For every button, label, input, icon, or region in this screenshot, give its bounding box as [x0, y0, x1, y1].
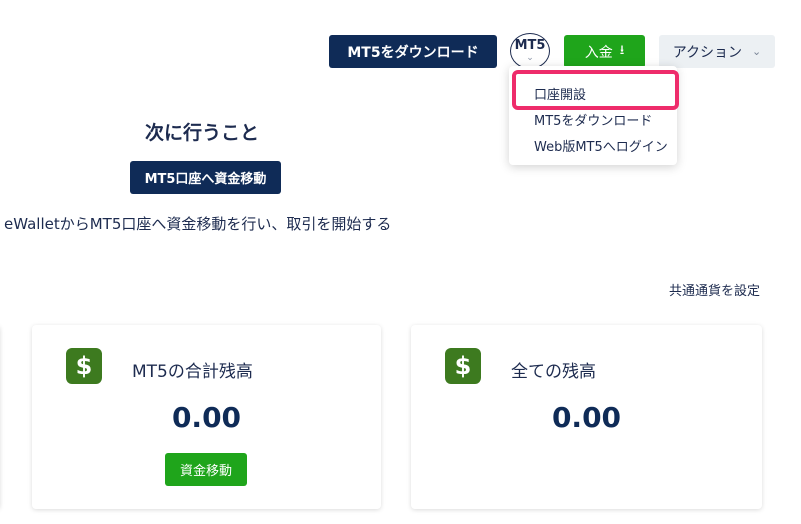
download-icon: ⭳ — [619, 42, 625, 58]
deposit-label: 入金 — [584, 44, 613, 61]
all-balance-card: $ 全ての残高 0.00 — [411, 325, 762, 509]
chevron-down-icon: ⌄ — [526, 53, 534, 63]
next-steps-title: 次に行うこと — [145, 122, 260, 144]
menu-item-web-mt5-login[interactable]: Web版MT5へログイン — [534, 136, 668, 155]
next-steps-instruction: eWalletからMT5口座へ資金移動を行い、取引を開始する — [4, 215, 392, 233]
menu-item-open-account[interactable]: 口座開設 — [534, 84, 586, 103]
balance-amount: 0.00 — [551, 401, 622, 434]
card-title: MT5の合計残高 — [132, 362, 253, 382]
mt5-dropdown-menu: 口座開設 MT5をダウンロード Web版MT5へログイン — [509, 66, 677, 165]
mt5-switch-label: MT5 — [514, 38, 546, 53]
fund-transfer-button[interactable]: 資金移動 — [165, 453, 247, 486]
actions-label: アクション — [672, 44, 743, 61]
download-mt5-button[interactable]: MT5をダウンロード — [329, 35, 497, 68]
actions-dropdown-button[interactable]: アクション ⌄ — [659, 35, 775, 68]
dollar-icon: $ — [66, 348, 102, 384]
card-title: 全ての残高 — [511, 362, 596, 382]
mt5-total-balance-card: $ MT5の合計残高 0.00 資金移動 — [32, 325, 381, 509]
dollar-icon: $ — [445, 348, 481, 384]
deposit-button[interactable]: 入金 ⭳ — [564, 35, 645, 68]
mt5-account-switch[interactable]: MT5 ⌄ — [510, 33, 550, 69]
chevron-down-icon: ⌄ — [752, 45, 762, 58]
balance-amount: 0.00 — [171, 401, 242, 434]
set-common-currency-link[interactable]: 共通通貨を設定 — [669, 280, 760, 299]
transfer-to-mt5-button[interactable]: MT5口座へ資金移動 — [130, 161, 281, 194]
menu-item-download-mt5[interactable]: MT5をダウンロード — [534, 110, 652, 129]
